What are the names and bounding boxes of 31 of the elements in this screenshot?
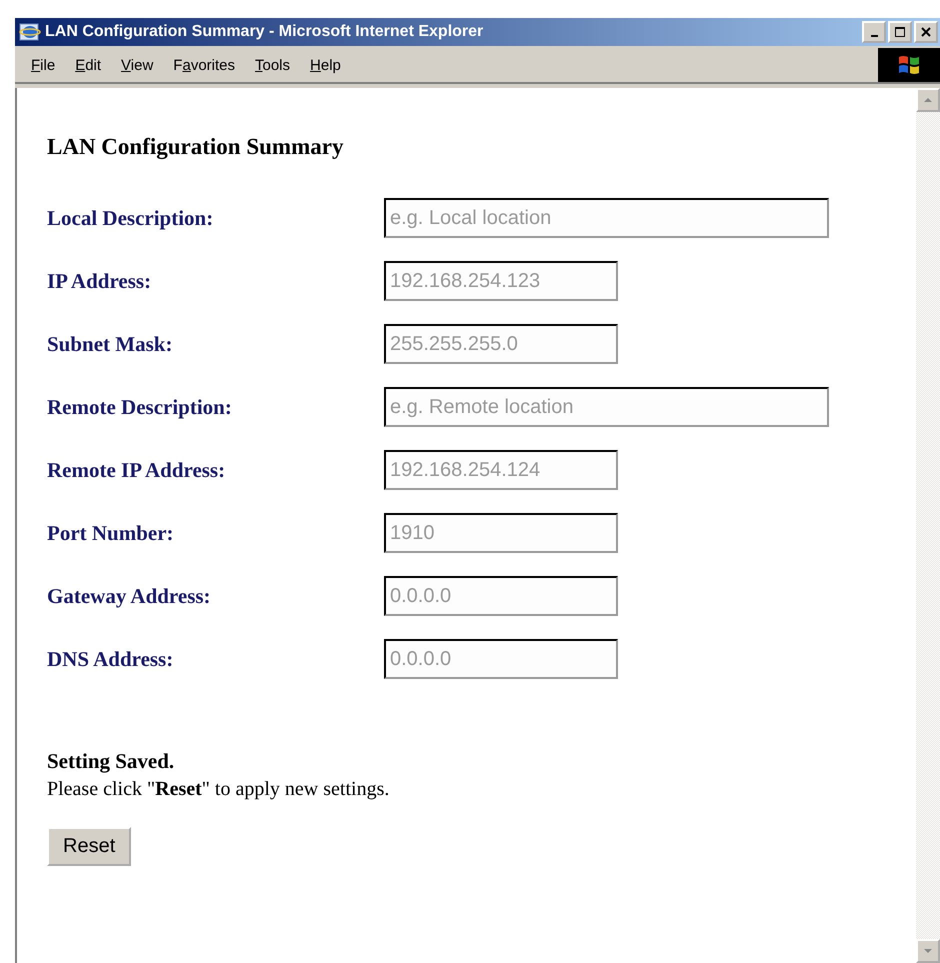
field-label: Remote Description: — [47, 394, 233, 420]
field-label: IP Address: — [47, 268, 152, 294]
instruction-text: Please click "Reset" to apply new settings. — [47, 778, 390, 801]
maximize-button[interactable] — [888, 21, 912, 43]
menu-item[interactable]: Tools — [247, 54, 298, 76]
window-title: LAN Configuration Summary - Microsoft Internet Explorer — [45, 23, 484, 41]
reset-button[interactable]: Reset — [47, 827, 132, 866]
menu-item[interactable]: File — [23, 54, 64, 76]
browser-icon — [19, 22, 41, 42]
up-arrow-icon — [923, 97, 933, 103]
minimize-icon — [870, 34, 878, 36]
field-label: Remote IP Address: — [47, 458, 226, 482]
menu-item[interactable]: View — [113, 54, 162, 76]
page-heading: LAN Configuration Summary — [47, 134, 344, 160]
maximize-icon — [895, 27, 905, 37]
menu-item[interactable]: Favorites — [165, 54, 243, 76]
field-label: Local Description: — [47, 206, 214, 230]
field-label: DNS Address: — [47, 646, 174, 672]
menu-item[interactable]: Edit — [67, 54, 110, 76]
flag-icon — [897, 54, 921, 76]
close-button[interactable] — [914, 21, 938, 43]
down-arrow-icon — [923, 948, 933, 954]
close-icon — [921, 27, 931, 37]
scroll-up-button[interactable] — [916, 88, 940, 112]
scroll-down-button[interactable] — [916, 939, 940, 963]
menu-item[interactable]: Help — [302, 54, 349, 76]
field-label: Subnet Mask: — [47, 332, 174, 356]
field-label: Gateway Address: — [47, 584, 212, 608]
minimize-button[interactable] — [862, 21, 886, 43]
status-message: Setting Saved. — [47, 749, 176, 774]
field-label: Port Number: — [47, 520, 175, 546]
